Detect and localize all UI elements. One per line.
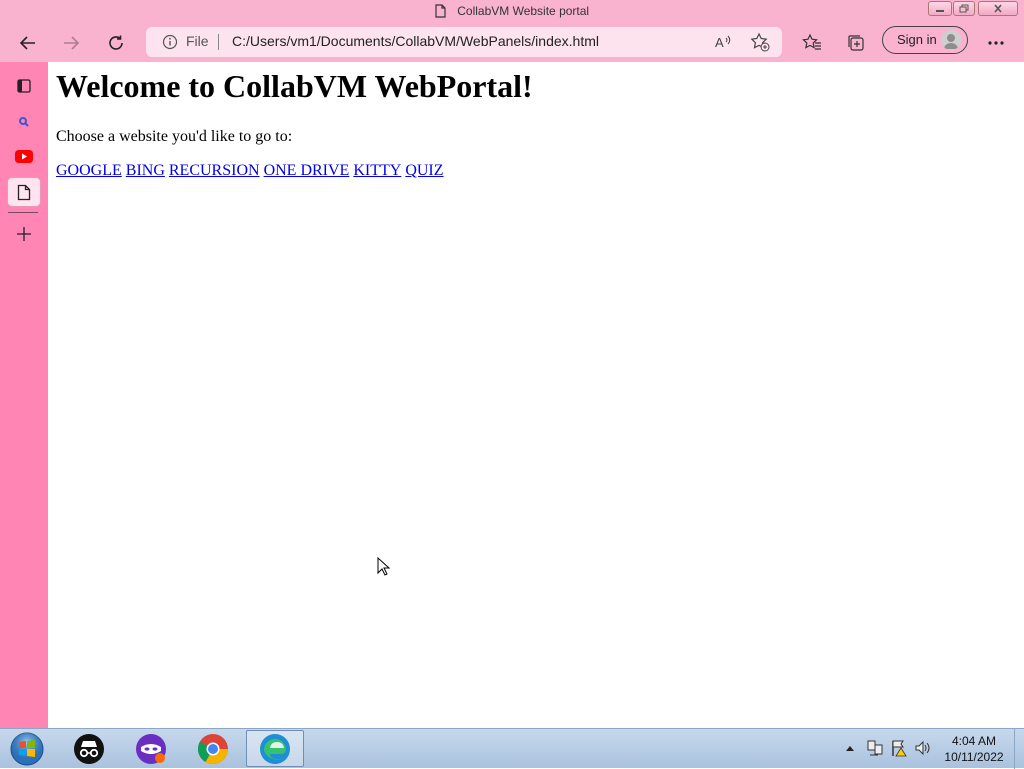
mouse-cursor-icon xyxy=(377,557,391,576)
link-kitty[interactable]: KITTY xyxy=(353,162,401,179)
info-icon[interactable] xyxy=(162,34,178,50)
start-button[interactable] xyxy=(0,730,54,767)
close-icon xyxy=(994,4,1002,13)
clock-time: 4:04 AM xyxy=(951,734,997,748)
incognito-icon xyxy=(74,733,104,764)
edge-icon xyxy=(260,733,290,764)
tab-collabvm-portal[interactable] xyxy=(8,178,40,206)
address-bar[interactable]: File C:/Users/vm1/Documents/CollabVM/Web… xyxy=(146,27,782,57)
close-button[interactable] xyxy=(978,1,1018,16)
more-icon xyxy=(988,41,1004,45)
new-tab-button[interactable] xyxy=(8,220,40,248)
tab-actions-icon xyxy=(17,79,31,93)
link-google[interactable]: GOOGLE xyxy=(56,162,122,179)
collections-button[interactable] xyxy=(842,29,870,57)
tab-search[interactable] xyxy=(8,108,40,136)
website-links: GOOGLE BING RECURSION ONE DRIVE KITTY QUIZ xyxy=(56,162,448,180)
action-center-warning-icon[interactable] xyxy=(890,739,908,757)
url-text[interactable]: C:/Users/vm1/Documents/CollabVM/WebPanel… xyxy=(232,33,599,49)
page-icon xyxy=(17,184,31,200)
restore-button[interactable] xyxy=(953,1,975,16)
refresh-icon xyxy=(109,35,123,50)
back-arrow-icon xyxy=(19,36,35,50)
sidebar-divider xyxy=(8,212,38,213)
collections-icon xyxy=(848,35,864,51)
link-bing[interactable]: BING xyxy=(126,162,165,179)
add-favorite-icon[interactable] xyxy=(750,32,770,52)
window-title: CollabVM Website portal xyxy=(0,3,1024,18)
windows-start-icon xyxy=(10,732,44,765)
plus-icon xyxy=(17,227,31,241)
mask-app-icon xyxy=(136,733,166,764)
svg-text:A: A xyxy=(715,35,724,50)
address-divider xyxy=(218,34,219,50)
vertical-tabs-sidebar xyxy=(0,62,48,728)
back-button[interactable] xyxy=(14,29,42,57)
windows-taskbar: 4:04 AM 10/11/2022 xyxy=(0,728,1024,769)
taskbar-mask-app[interactable] xyxy=(124,730,178,767)
show-desktop-button[interactable] xyxy=(1014,729,1024,769)
forward-button[interactable] xyxy=(57,29,85,57)
taskbar-edge[interactable] xyxy=(246,730,304,767)
read-aloud-icon[interactable]: A xyxy=(714,33,732,51)
settings-more-button[interactable] xyxy=(982,29,1010,57)
link-one-drive[interactable]: ONE DRIVE xyxy=(264,162,350,179)
taskbar-chrome[interactable] xyxy=(186,730,240,767)
avatar-icon xyxy=(941,30,961,50)
page-title: Welcome to CollabVM WebPortal! xyxy=(56,68,533,104)
show-hidden-icons-icon[interactable] xyxy=(846,745,854,751)
document-icon xyxy=(435,4,446,18)
window-title-text: CollabVM Website portal xyxy=(457,3,590,18)
tab-actions-button[interactable] xyxy=(8,72,40,100)
link-recursion[interactable]: RECURSION xyxy=(169,162,260,179)
chrome-icon xyxy=(197,733,228,764)
site-security-label[interactable]: File xyxy=(186,33,209,49)
web-page-content: Welcome to CollabVM WebPortal! Choose a … xyxy=(48,62,1024,728)
youtube-icon xyxy=(15,149,33,163)
link-quiz[interactable]: QUIZ xyxy=(405,162,443,179)
window-title-bar: CollabVM Website portal xyxy=(0,0,1024,24)
search-icon xyxy=(19,117,29,127)
sign-in-button[interactable]: Sign in xyxy=(882,26,968,54)
refresh-button[interactable] xyxy=(102,29,130,57)
system-clock[interactable]: 4:04 AM 10/11/2022 xyxy=(936,733,1012,765)
minimize-icon xyxy=(936,10,944,12)
restore-icon xyxy=(959,4,969,13)
tab-youtube[interactable] xyxy=(8,142,40,170)
favorites-button[interactable] xyxy=(798,29,826,57)
network-icon[interactable] xyxy=(866,739,884,757)
sign-in-label: Sign in xyxy=(897,32,937,47)
page-intro-text: Choose a website you'd like to go to: xyxy=(56,128,293,145)
minimize-button[interactable] xyxy=(928,1,952,16)
browser-toolbar: File C:/Users/vm1/Documents/CollabVM/Web… xyxy=(0,24,1024,62)
clock-date: 10/11/2022 xyxy=(944,750,1004,764)
volume-icon[interactable] xyxy=(914,739,932,757)
taskbar-incognito-app[interactable] xyxy=(62,730,116,767)
favorites-icon xyxy=(802,33,821,50)
forward-arrow-icon xyxy=(64,36,80,50)
